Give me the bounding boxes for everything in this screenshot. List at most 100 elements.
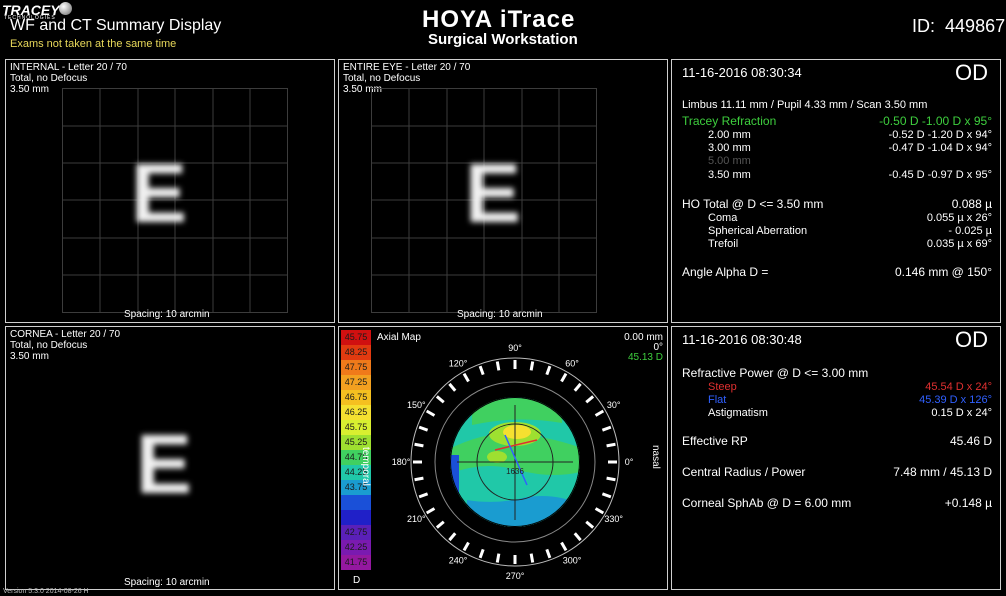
entire-eye-panel: ENTIRE EYE - Letter 20 / 70 Total, no De… — [338, 59, 668, 323]
ring-tick — [545, 548, 552, 559]
zone-row-value: -0.47 D -1.04 D x 94° — [888, 142, 992, 154]
brand-line1: HOYA iTrace — [422, 6, 576, 33]
rp-label: Refractive Power @ D <= 3.00 mm — [682, 366, 869, 380]
ring-tick — [478, 548, 485, 559]
corneal-sphab-label: Corneal SphAb @ D = 6.00 mm — [682, 496, 852, 510]
ring-tick — [462, 372, 470, 383]
cornea-letter-e: E — [136, 417, 193, 511]
scale-cell: 46.75 — [341, 390, 371, 405]
cornea-line2: Total, no Defocus — [10, 340, 88, 351]
zone-row-label: 2.00 mm — [708, 129, 751, 141]
ring-tick — [478, 365, 485, 376]
zone-row-label: 5.00 mm — [708, 155, 751, 167]
entire-eye-spacing: Spacing: 10 arcmin — [457, 309, 543, 320]
wf-datetime: 11-16-2016 08:30:34 — [682, 65, 802, 80]
cr-label: Central Radius / Power — [682, 465, 806, 479]
ring-tick — [594, 409, 605, 417]
internal-letter-e: E — [131, 146, 188, 240]
ring-tick — [425, 409, 436, 417]
scale-cell: 47.25 — [341, 375, 371, 390]
ring-tick — [462, 541, 470, 552]
cr-value: 7.48 mm / 45.13 D — [893, 465, 992, 479]
brand-line2: Surgical Workstation — [428, 31, 578, 48]
ring-tick — [545, 365, 552, 376]
ct-info-panel: 11-16-2016 08:30:48 OD Refractive Power … — [671, 326, 1001, 590]
internal-title: INTERNAL - Letter 20 / 70 — [10, 62, 127, 73]
nasal-label: nasal — [650, 445, 661, 469]
erp-label: Effective RP — [682, 434, 748, 448]
angle-label: 0° — [625, 457, 634, 467]
temporal-label: temporal — [360, 447, 371, 486]
trefoil-label: Trefoil — [708, 238, 739, 250]
zone-row-label: 3.00 mm — [708, 142, 751, 154]
scale-cell: 42.75 — [341, 525, 371, 540]
angle-label: 240° — [449, 556, 468, 566]
ring-tick — [601, 492, 612, 499]
scale-cell — [341, 510, 371, 525]
steep-value: 45.54 D x 24° — [925, 381, 992, 393]
internal-line2: Total, no Defocus — [10, 73, 88, 84]
topography-map — [450, 397, 580, 527]
entire-eye-line2: Total, no Defocus — [343, 73, 421, 84]
scale-cell: 47.75 — [341, 360, 371, 375]
ring-tick — [573, 382, 582, 392]
center-value: 1636 — [506, 467, 524, 476]
logo-globe-icon — [59, 2, 72, 15]
ct-datetime: 11-16-2016 08:30:48 — [682, 332, 802, 347]
ring-tick — [529, 361, 535, 371]
ring-tick — [435, 520, 445, 529]
ring-tick — [585, 520, 595, 529]
angle-label: 30° — [607, 400, 621, 410]
scale-unit: D — [353, 575, 361, 586]
ring-tick — [560, 372, 568, 383]
wf-scan-line: Limbus 11.11 mm / Pupil 4.33 mm / Scan 3… — [682, 99, 928, 111]
ring-tick — [560, 541, 568, 552]
angle-label: 210° — [407, 514, 426, 524]
cornea-line3: 3.50 mm — [10, 351, 49, 362]
ring-tick — [606, 476, 616, 482]
scale-cell: 46.25 — [341, 405, 371, 420]
entire-eye-letter-e: E — [465, 146, 522, 240]
angle-label: 90° — [508, 343, 522, 353]
axial-map-panel: 45.75 48.25 47.75 47.25 46.75 46.25 45.75 45.25… — [338, 326, 668, 590]
alpha-value: 0.146 mm @ 150° — [894, 265, 992, 279]
wf-info-panel: 11-16-2016 08:30:34 OD Limbus 11.11 mm /… — [671, 59, 1001, 323]
sphab-label: Spherical Aberration — [708, 225, 808, 237]
ring-tick — [448, 532, 457, 542]
id-value: 449867 — [945, 16, 1006, 36]
alpha-label: Angle Alpha D = — [682, 265, 769, 279]
scale-cell: 41.75 — [341, 555, 371, 570]
angle-label: 120° — [449, 358, 468, 368]
ring-tick — [606, 442, 616, 448]
zone-row-value: -0.45 D -0.97 D x 95° — [888, 169, 992, 181]
scale-cell: 48.25 — [341, 345, 371, 360]
ring-tick — [601, 425, 612, 432]
ct-eye: OD — [955, 327, 988, 352]
patient-id: ID: 449867 — [912, 16, 1005, 37]
sphab-value: - 0.025 µ — [948, 225, 992, 237]
ring-tick — [425, 507, 436, 515]
flat-value: 45.39 D x 126° — [919, 394, 992, 406]
astig-label: Astigmatism — [708, 407, 768, 419]
flat-label: Flat — [708, 394, 727, 406]
corneal-sphab-value: +0.148 µ — [944, 496, 992, 510]
zone-row-label: 3.50 mm — [708, 169, 751, 181]
ring-tick — [435, 395, 445, 404]
cornea-labels: CORNEA - Letter 20 / 70 Total, no Defocu… — [10, 329, 120, 362]
internal-panel: INTERNAL - Letter 20 / 70 Total, no Defo… — [5, 59, 335, 323]
scale-cell: 42.25 — [341, 540, 371, 555]
scale-cell: 45.75 — [341, 330, 371, 345]
id-label: ID: — [912, 16, 936, 36]
astig-value: 0.15 D x 24° — [931, 407, 992, 419]
scale-cell — [341, 495, 371, 510]
wf-eye: OD — [955, 60, 988, 85]
trefoil-value: 0.035 µ x 69° — [926, 238, 992, 250]
ring-tick — [448, 382, 457, 392]
ring-tick — [418, 492, 429, 499]
angle-label: 270° — [506, 571, 525, 581]
angle-label: 180° — [392, 457, 411, 467]
ring-tick — [495, 361, 501, 371]
ring-tick — [495, 553, 501, 563]
ring-tick — [573, 532, 582, 542]
angle-label: 60° — [565, 358, 579, 368]
